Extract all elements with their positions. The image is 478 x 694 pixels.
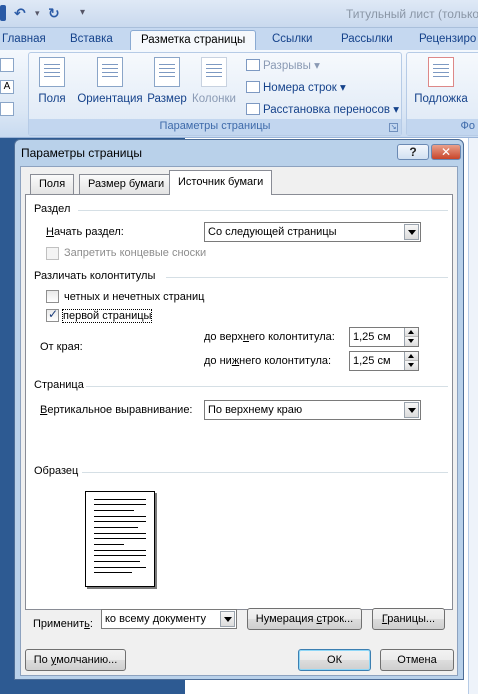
help-button[interactable]: ? <box>397 144 429 160</box>
page-background-group-label: Фо <box>407 119 478 135</box>
preview-heading: Образец <box>34 465 79 477</box>
preview-divider <box>82 472 448 473</box>
first-page-checkbox[interactable]: ✓ <box>46 307 59 322</box>
redo-icon[interactable]: ↻ <box>48 5 64 21</box>
apply-to-select[interactable]: ко всему документу <box>101 609 237 629</box>
spin-up-icon[interactable] <box>404 352 418 361</box>
customize-toolbar-icon[interactable]: ▾ <box>80 5 96 21</box>
spin-down-icon[interactable] <box>404 361 418 370</box>
ribbon-tabs: Главная Вставка Разметка страницы Ссылки… <box>0 28 478 50</box>
columns-icon <box>201 57 227 87</box>
undo-icon[interactable]: ↶ <box>14 5 30 21</box>
tab-references[interactable]: Ссылки <box>272 30 313 50</box>
from-edge-label: От края: <box>40 341 83 353</box>
dialog-launcher-icon[interactable]: ↘ <box>389 123 398 132</box>
margins-icon <box>39 57 65 87</box>
vertical-ruler <box>468 138 478 694</box>
line-numbers-icon <box>246 81 260 93</box>
apply-to-label: Применить: <box>33 618 93 630</box>
hyphenation-icon <box>246 103 260 115</box>
header-distance-label: до верхнего колонтитула: <box>204 331 335 343</box>
spin-up-icon[interactable] <box>404 328 418 337</box>
word-title-bar: ↶ ▾ ↻ ▾ Титульный лист (только <box>0 0 478 28</box>
headers-footers-heading: Различать колонтитулы <box>34 270 156 282</box>
themes-icon[interactable] <box>0 58 14 72</box>
watermark-button[interactable]: Подложка <box>411 57 471 105</box>
line-numbers-button[interactable]: Номера строк ▾ <box>246 80 346 94</box>
first-page-label: первой страницы <box>61 309 153 323</box>
chevron-down-icon[interactable] <box>404 402 419 418</box>
save-icon[interactable] <box>0 5 6 21</box>
line-numbers-button[interactable]: Нумерация строк... <box>247 608 362 630</box>
page-background-group: Подложка Фо <box>406 52 478 136</box>
orientation-icon <box>97 57 123 87</box>
spin-down-icon[interactable] <box>404 337 418 346</box>
dialog-client-area: Поля Размер бумаги Источник бумаги Разде… <box>20 166 458 676</box>
checkmark-icon: ✓ <box>48 307 59 321</box>
footer-distance-spinner[interactable]: 1,25 см <box>349 351 419 371</box>
footer-distance-label: до нижнего колонтитула: <box>204 355 332 367</box>
section-heading: Раздел <box>34 203 71 215</box>
watermark-icon <box>428 57 454 87</box>
tab-panel: Раздел Начать раздел: Со следующей стран… <box>25 194 453 610</box>
tab-home[interactable]: Главная <box>2 30 46 50</box>
suppress-endnotes-label: Запретить концевые сноски <box>64 247 207 259</box>
tab-paper-size[interactable]: Размер бумаги <box>79 174 174 194</box>
headers-footers-divider <box>166 277 448 278</box>
odd-even-checkbox[interactable] <box>46 290 59 303</box>
tab-review[interactable]: Рецензиро <box>419 30 476 50</box>
tab-paper-source[interactable]: Источник бумаги <box>169 170 273 195</box>
breaks-icon <box>246 59 260 71</box>
vertical-alignment-select[interactable]: По верхнему краю <box>204 400 421 420</box>
dialog-title: Параметры страницы <box>21 146 142 160</box>
section-start-label: Начать раздел: <box>46 226 124 238</box>
cancel-button[interactable]: Отмена <box>380 649 454 671</box>
chevron-down-icon[interactable] <box>220 611 235 627</box>
ribbon: A Поля Ориентация Размер Колонки Парамет… <box>0 50 478 138</box>
size-button[interactable]: Размер <box>147 57 187 105</box>
page-divider <box>86 386 448 387</box>
tab-mailings[interactable]: Рассылки <box>341 30 393 50</box>
breaks-button[interactable]: Разрывы ▾ <box>246 58 320 72</box>
suppress-endnotes-checkbox[interactable] <box>46 247 59 260</box>
effects-icon[interactable] <box>0 102 14 116</box>
page-setup-group-label: Параметры страницы <box>29 119 401 135</box>
page-heading: Страница <box>34 379 84 391</box>
tab-insert[interactable]: Вставка <box>70 30 113 50</box>
close-button[interactable]: ✕ <box>431 144 461 160</box>
help-icon: ? <box>409 145 417 159</box>
orientation-button[interactable]: Ориентация <box>75 57 145 105</box>
page-setup-dialog: Параметры страницы ? ✕ Поля Размер бумаг… <box>14 139 464 680</box>
fonts-icon[interactable]: A <box>0 80 14 94</box>
section-start-select[interactable]: Со следующей страницы <box>204 222 421 242</box>
odd-even-label: четных и нечетных страниц <box>64 291 205 303</box>
window-title: Титульный лист (только <box>346 7 478 21</box>
vertical-alignment-label: Вертикальное выравнивание: <box>40 404 193 416</box>
hyphenation-button[interactable]: Расстановка переносов ▾ <box>246 102 399 116</box>
header-distance-spinner[interactable]: 1,25 см <box>349 327 419 347</box>
borders-button[interactable]: Границы... <box>372 608 445 630</box>
chevron-down-icon[interactable] <box>404 224 419 240</box>
page-preview-thumbnail <box>85 491 155 587</box>
close-icon: ✕ <box>440 145 452 159</box>
margins-button[interactable]: Поля <box>37 57 67 105</box>
page-setup-group: Поля Ориентация Размер Колонки Параметры… <box>28 52 402 136</box>
ok-button[interactable]: ОК <box>298 649 371 671</box>
default-button[interactable]: По умолчанию... <box>25 649 126 671</box>
size-icon <box>154 57 180 87</box>
section-divider <box>78 210 448 211</box>
tab-page-layout[interactable]: Разметка страницы <box>130 30 257 50</box>
columns-button[interactable]: Колонки <box>189 57 239 105</box>
tab-margins[interactable]: Поля <box>30 174 75 194</box>
